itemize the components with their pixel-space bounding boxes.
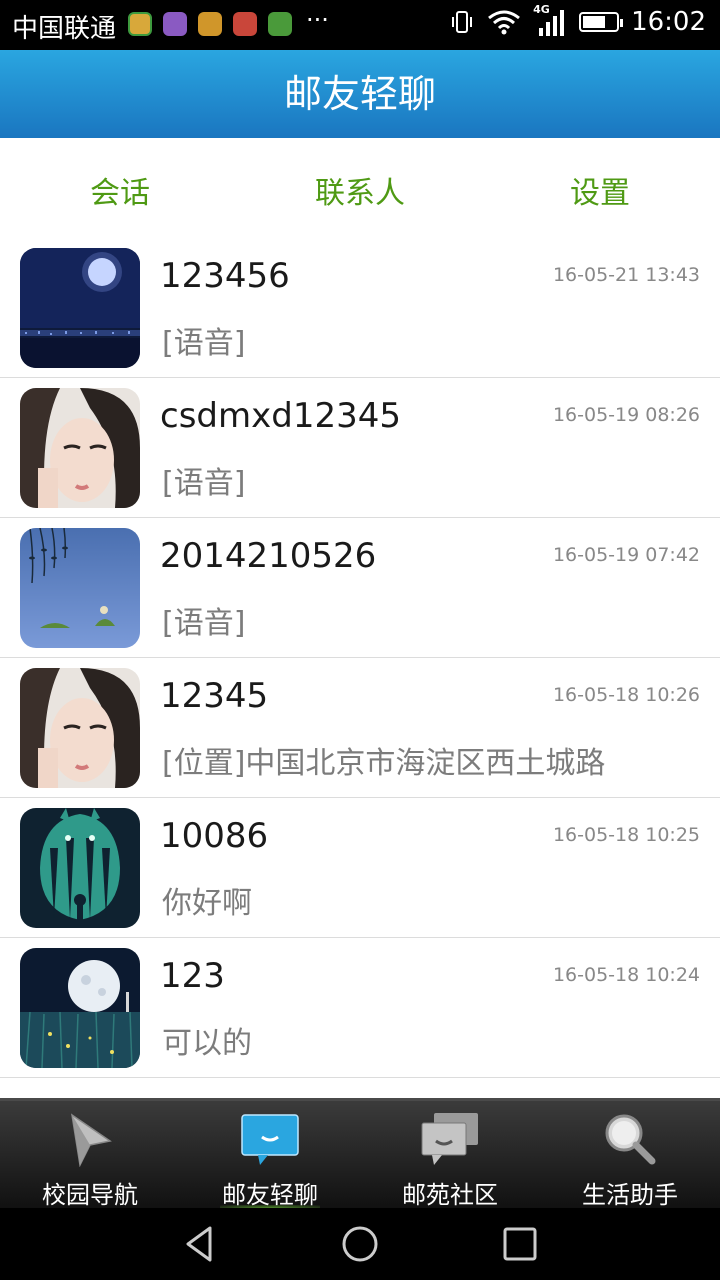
more-icon: ···: [306, 6, 329, 34]
gallery-purple-icon: [163, 12, 187, 36]
home-icon[interactable]: [340, 1224, 380, 1264]
last-message: [语音]: [162, 606, 246, 641]
vibrate-icon: [452, 11, 473, 33]
conversation-row[interactable]: 2014210526 [语音] 16-05-19 07:42: [0, 518, 720, 658]
avatar: [20, 948, 140, 1068]
conversation-row[interactable]: 12345 [位置]中国北京市海淀区西土城路 16-05-18 10:26: [0, 658, 720, 798]
last-message: 你好啊: [162, 886, 252, 921]
nav-community[interactable]: 邮苑社区: [360, 1101, 540, 1211]
last-message: [语音]: [162, 466, 246, 501]
tool-red-icon: [233, 12, 257, 36]
signal-icon: 4G: [533, 3, 567, 38]
avatar: [20, 808, 140, 928]
magnifier-icon: [605, 1114, 656, 1165]
avatar: [20, 388, 140, 508]
last-message: [位置]中国北京市海淀区西土城路: [162, 746, 606, 781]
chat-bubble-icon: [241, 1114, 299, 1165]
app-title: 邮友轻聊: [283, 72, 436, 116]
contact-name: csdmxd12345: [160, 396, 401, 436]
message-time: 16-05-18 10:25: [552, 824, 700, 846]
recent-apps-icon[interactable]: [500, 1224, 540, 1264]
wifi-icon: [488, 10, 520, 35]
contact-name: 12345: [160, 676, 269, 716]
conversation-row[interactable]: 10086 你好啊 16-05-18 10:25: [0, 798, 720, 938]
hand-orange-icon: [198, 12, 222, 36]
message-time: 16-05-19 08:26: [552, 404, 700, 426]
contact-name: 123456: [160, 256, 290, 296]
tab-settings[interactable]: 设置: [500, 168, 700, 212]
last-message: 可以的: [162, 1026, 252, 1061]
conversation-row[interactable]: 123 可以的 16-05-18 10:24: [0, 938, 720, 1078]
navigation-arrow-icon: [70, 1113, 112, 1167]
message-time: 16-05-21 13:43: [552, 264, 700, 286]
clock: 16:02: [631, 7, 706, 37]
conversation-row[interactable]: csdmxd12345 [语音] 16-05-19 08:26: [0, 378, 720, 518]
battery-icon: [579, 12, 624, 32]
conversation-row[interactable]: 123456 [语音] 16-05-21 13:43: [0, 238, 720, 378]
message-time: 16-05-18 10:24: [552, 964, 700, 986]
avatar: [20, 668, 140, 788]
bottom-nav: 校园导航 邮友轻聊 邮苑社区 生活助手: [0, 1098, 720, 1211]
notification-icons: [128, 12, 292, 36]
nav-label: 邮友轻聊: [222, 1181, 318, 1209]
contact-name: 2014210526: [160, 536, 377, 576]
carrier-label: 中国联通: [12, 14, 117, 44]
tab-contacts[interactable]: 联系人: [260, 168, 460, 212]
last-message: [语音]: [162, 326, 246, 361]
conversation-list: 123456 [语音] 16-05-21 13:43 csdmxd12345 […: [0, 238, 720, 1098]
status-bar: 中国联通 ··· 4G 16:02: [0, 0, 720, 50]
message-time: 16-05-19 07:42: [552, 544, 700, 566]
grid-green-icon: [268, 12, 292, 36]
nav-label: 生活助手: [582, 1181, 678, 1209]
avatar: [20, 528, 140, 648]
community-chat-icon: [421, 1113, 478, 1165]
top-tabs: 会话 联系人 设置: [0, 138, 720, 238]
contact-name: 123: [160, 956, 225, 996]
message-time: 16-05-18 10:26: [552, 684, 700, 706]
app-title-bar: 邮友轻聊: [0, 50, 720, 138]
wechat-green-icon: [128, 12, 152, 36]
back-icon[interactable]: [180, 1224, 220, 1264]
contact-name: 10086: [160, 816, 269, 856]
nav-label: 邮苑社区: [402, 1181, 498, 1209]
nav-life-assistant[interactable]: 生活助手: [540, 1101, 720, 1211]
tab-sessions[interactable]: 会话: [20, 168, 220, 212]
nav-campus-navigation[interactable]: 校园导航: [0, 1101, 180, 1211]
avatar: [20, 248, 140, 368]
nav-chat[interactable]: 邮友轻聊: [180, 1101, 360, 1211]
nav-label: 校园导航: [42, 1181, 138, 1209]
system-navigation-bar: [0, 1208, 720, 1280]
